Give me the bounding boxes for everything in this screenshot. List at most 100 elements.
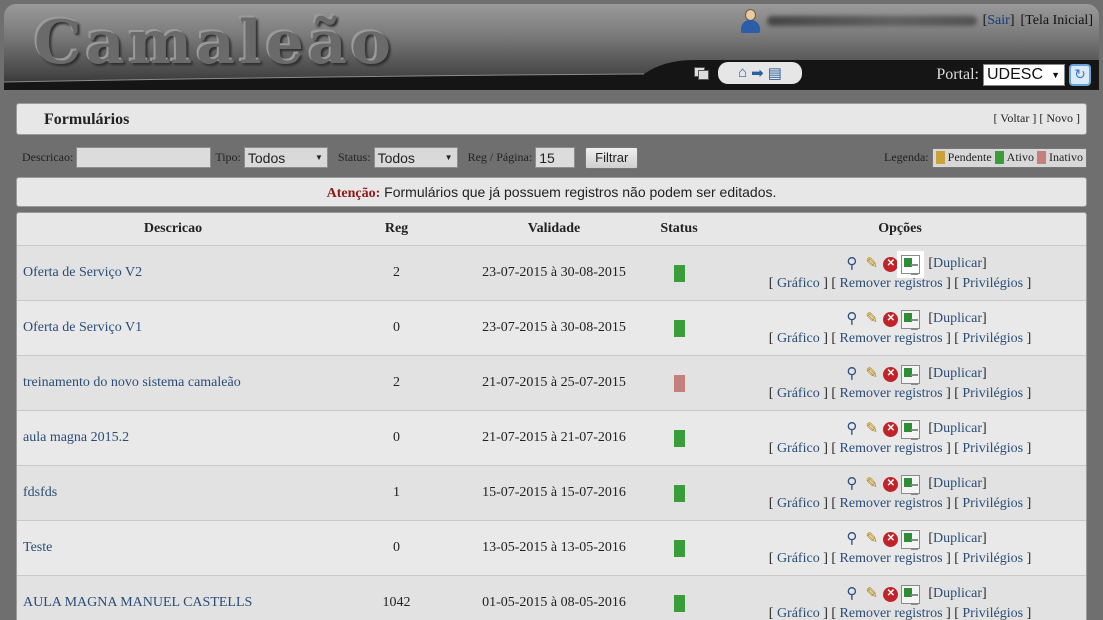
excel-export-icon[interactable] — [901, 419, 921, 440]
portal-select[interactable]: UDESC ▼ — [983, 64, 1065, 86]
reg-pagina-input[interactable]: 15 — [535, 147, 576, 168]
remover-registros-link[interactable]: Remover registros — [840, 276, 943, 291]
duplicar-link[interactable]: Duplicar — [933, 421, 982, 436]
privilegios-link[interactable]: Privilégios — [962, 331, 1023, 346]
legend-swatch-inativo — [1037, 151, 1046, 164]
portal-label: Portal: — [936, 66, 979, 83]
excel-export-icon[interactable] — [897, 250, 925, 278]
grafico-link[interactable]: Gráfico — [777, 276, 820, 291]
remover-registros-link[interactable]: Remover registros — [840, 551, 943, 566]
windows-icon[interactable] — [694, 67, 709, 80]
grafico-link[interactable]: Gráfico — [777, 386, 820, 401]
header-bar — [4, 60, 1099, 90]
remover-registros-link[interactable]: Remover registros — [840, 441, 943, 456]
search-icon[interactable]: ⚲ — [843, 476, 860, 493]
header-opcoes: Opções — [878, 221, 922, 236]
table-row: Teste 0 13-05-2015 à 13-05-2016 ⚲ ✎ ✕ [Duplica… — [17, 520, 1086, 575]
pencil-icon[interactable]: ✎ — [863, 311, 880, 328]
descricao-input[interactable] — [76, 147, 212, 168]
row-options: ⚲ ✎ ✕ [Duplicar][ Gráfico ] [ Remover regis… — [768, 529, 1032, 566]
row-descricao-link[interactable]: aula magna 2015.2 — [17, 430, 329, 446]
row-options: ⚲ ✎ ✕ [Duplicar][ Gráfico ] [ Remover regis… — [768, 584, 1032, 620]
arrow-right-icon[interactable]: ➡ — [751, 64, 764, 83]
filtrar-button[interactable]: Filtrar — [585, 146, 639, 169]
refresh-icon[interactable]: ↻ — [1069, 64, 1091, 86]
duplicar-link[interactable]: Duplicar — [933, 531, 982, 546]
privilegios-link[interactable]: Privilégios — [962, 606, 1023, 620]
duplicar-link[interactable]: Duplicar — [933, 366, 982, 381]
search-icon[interactable]: ⚲ — [843, 586, 860, 603]
portal-value: UDESC — [987, 66, 1044, 83]
delete-icon[interactable]: ✕ — [883, 586, 899, 602]
remover-registros-link[interactable]: Remover registros — [840, 496, 943, 511]
user-icon — [739, 8, 761, 34]
remover-registros-link[interactable]: Remover registros — [840, 606, 943, 620]
status-label: Status: — [337, 150, 371, 164]
delete-icon[interactable]: ✕ — [883, 366, 899, 382]
grafico-link[interactable]: Gráfico — [777, 331, 820, 346]
excel-export-icon[interactable] — [901, 309, 921, 330]
delete-icon[interactable]: ✕ — [883, 476, 899, 492]
voltar-link[interactable]: Voltar — [1000, 111, 1029, 125]
row-validade: 21-07-2015 à 21-07-2016 — [482, 430, 626, 445]
privilegios-link[interactable]: Privilégios — [962, 276, 1023, 291]
pencil-icon[interactable]: ✎ — [863, 586, 880, 603]
duplicar-link[interactable]: Duplicar — [933, 256, 982, 271]
header-validade: Validade — [527, 221, 581, 236]
search-icon[interactable]: ⚲ — [843, 256, 860, 273]
row-options: ⚲ ✎ ✕ [Duplicar][ Gráfico ] [ Remover regis… — [768, 250, 1032, 291]
remover-registros-link[interactable]: Remover registros — [840, 331, 943, 346]
excel-export-icon[interactable] — [901, 474, 921, 495]
privilegios-link[interactable]: Privilégios — [962, 496, 1023, 511]
pencil-icon[interactable]: ✎ — [863, 531, 880, 548]
row-descricao-link[interactable]: Oferta de Serviço V1 — [17, 320, 329, 336]
search-icon[interactable]: ⚲ — [843, 311, 860, 328]
grafico-link[interactable]: Gráfico — [777, 441, 820, 456]
row-descricao-link[interactable]: AULA MAGNA MANUEL CASTELLS — [17, 595, 329, 611]
search-icon[interactable]: ⚲ — [843, 421, 860, 438]
search-icon[interactable]: ⚲ — [843, 531, 860, 548]
privilegios-link[interactable]: Privilégios — [962, 551, 1023, 566]
pencil-icon[interactable]: ✎ — [863, 476, 880, 493]
table-row: aula magna 2015.2 0 21-07-2015 à 21-07-201… — [17, 410, 1086, 465]
privilegios-link[interactable]: Privilégios — [962, 386, 1023, 401]
row-descricao-link[interactable]: Teste — [17, 540, 329, 556]
row-descricao-link[interactable]: fdsfds — [17, 485, 329, 501]
table-row: Oferta de Serviço V1 0 23-07-2015 à 30-08-… — [17, 300, 1086, 355]
pencil-icon[interactable]: ✎ — [863, 256, 880, 273]
remover-registros-link[interactable]: Remover registros — [840, 386, 943, 401]
delete-icon[interactable]: ✕ — [883, 421, 899, 437]
legend-label: Legenda: — [884, 150, 929, 164]
grafico-link[interactable]: Gráfico — [777, 496, 820, 511]
row-descricao-link[interactable]: treinamento do novo sistema camaleão — [17, 375, 329, 391]
grafico-link[interactable]: Gráfico — [777, 551, 820, 566]
home-icon[interactable]: ⌂ — [738, 65, 747, 82]
novo-link[interactable]: Novo — [1046, 111, 1073, 125]
delete-icon[interactable]: ✕ — [883, 311, 899, 327]
pencil-icon[interactable]: ✎ — [863, 421, 880, 438]
chevron-down-icon: ▼ — [444, 153, 453, 162]
tipo-select[interactable]: Todos ▼ — [243, 147, 328, 168]
delete-icon[interactable]: ✕ — [883, 531, 899, 547]
row-descricao-link[interactable]: Oferta de Serviço V2 — [17, 265, 329, 281]
table-header: Descricao Reg Validade Status Opções — [17, 213, 1086, 245]
pencil-icon[interactable]: ✎ — [863, 366, 880, 383]
legend-pendente: Pendente — [947, 150, 992, 164]
excel-export-icon[interactable] — [901, 584, 921, 605]
excel-export-icon[interactable] — [901, 364, 921, 385]
tela-inicial-link[interactable]: Tela Inicial — [1025, 13, 1088, 28]
privilegios-link[interactable]: Privilégios — [962, 441, 1023, 456]
search-icon[interactable]: ⚲ — [843, 366, 860, 383]
filter-bar: Descricao: Tipo: Todos ▼ Status: Todos ▼ R… — [16, 145, 1087, 170]
sair-link[interactable]: Sair — [987, 13, 1010, 28]
duplicar-link[interactable]: Duplicar — [933, 586, 982, 601]
excel-export-icon[interactable] — [901, 529, 921, 550]
delete-icon[interactable]: ✕ — [883, 256, 899, 272]
form-list-icon[interactable]: ▤ — [768, 64, 782, 83]
duplicar-link[interactable]: Duplicar — [933, 476, 982, 491]
status-select[interactable]: Todos ▼ — [373, 147, 458, 168]
grafico-link[interactable]: Gráfico — [777, 606, 820, 620]
duplicar-link[interactable]: Duplicar — [933, 311, 982, 326]
title-links: [ Voltar ] [ Novo ] — [993, 111, 1080, 125]
row-reg: 0 — [393, 320, 400, 335]
